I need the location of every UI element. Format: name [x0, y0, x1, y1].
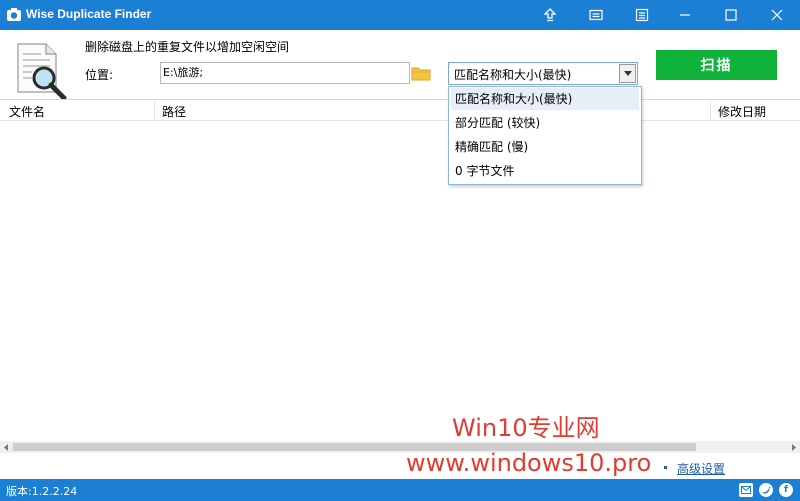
column-modified-date[interactable]: 修改日期	[718, 103, 766, 120]
bullet-dot	[664, 466, 667, 469]
match-mode-value: 匹配名称和大小(最快)	[454, 68, 572, 82]
scroll-left-button[interactable]	[0, 441, 12, 453]
maximize-button[interactable]	[708, 0, 754, 30]
chevron-down-icon	[623, 71, 632, 76]
folder-icon	[411, 67, 431, 81]
mail-icon[interactable]	[739, 483, 753, 497]
option-name-size[interactable]: 匹配名称和大小(最快)	[451, 88, 639, 110]
column-separator[interactable]	[710, 101, 711, 121]
upload-icon	[543, 8, 557, 22]
match-mode-dropdown: 匹配名称和大小(最快) 部分匹配 (较快) 精确匹配 (慢) 0 字节文件	[448, 86, 642, 185]
option-zero-byte[interactable]: 0 字节文件	[451, 160, 639, 182]
chevron-right-icon	[792, 443, 796, 451]
upload-button[interactable]	[527, 0, 573, 30]
title-bar: Wise Duplicate Finder	[0, 0, 800, 30]
feedback-icon	[589, 9, 603, 21]
maximize-icon	[725, 9, 737, 21]
facebook-icon[interactable]: f	[779, 483, 793, 497]
app-logo-icon	[7, 8, 21, 21]
results-list[interactable]	[0, 121, 800, 441]
subtitle: 删除磁盘上的重复文件以增加空闲空间	[85, 40, 290, 54]
match-mode-select[interactable]: 匹配名称和大小(最快)	[448, 62, 638, 85]
menu-icon	[635, 8, 649, 22]
close-button[interactable]	[754, 0, 800, 30]
option-exact-match[interactable]: 精确匹配 (慢)	[451, 136, 639, 158]
toolbar-area: 删除磁盘上的重复文件以增加空闲空间 位置: E:\旅游; 匹配名称和大小(最快)…	[0, 30, 800, 100]
advanced-settings-link[interactable]: 高级设置	[677, 460, 725, 477]
results-table-header: 文件名 路径 修改日期	[0, 101, 800, 121]
close-icon	[771, 9, 783, 21]
location-input[interactable]: E:\旅游;	[160, 62, 410, 84]
app-title: Wise Duplicate Finder	[26, 7, 152, 21]
minimize-icon	[680, 14, 690, 16]
watermark-site-name: Win10专业网	[452, 414, 600, 442]
header-divider	[0, 99, 800, 100]
scan-button[interactable]: 扫描	[656, 50, 777, 80]
minimize-button[interactable]	[662, 0, 708, 30]
column-filename[interactable]: 文件名	[9, 103, 45, 120]
document-magnifier-icon	[17, 43, 67, 100]
feedback-button[interactable]	[573, 0, 619, 30]
chevron-left-icon	[4, 443, 8, 451]
browse-folder-button[interactable]	[410, 62, 432, 84]
column-path[interactable]: 路径	[162, 103, 186, 120]
version-label: 版本:1.2.2.24	[6, 485, 78, 498]
watermark-url: www.windows10.pro	[406, 449, 652, 477]
dropdown-arrow-button[interactable]	[619, 64, 636, 83]
menu-button[interactable]	[619, 0, 665, 30]
scroll-right-button[interactable]	[788, 441, 800, 453]
status-bar: 版本:1.2.2.24 f	[0, 479, 800, 501]
horizontal-scrollbar[interactable]	[0, 441, 800, 453]
twitter-icon[interactable]	[759, 483, 773, 497]
column-separator[interactable]	[154, 101, 155, 121]
option-partial-match[interactable]: 部分匹配 (较快)	[451, 112, 639, 134]
location-label: 位置:	[85, 68, 114, 82]
